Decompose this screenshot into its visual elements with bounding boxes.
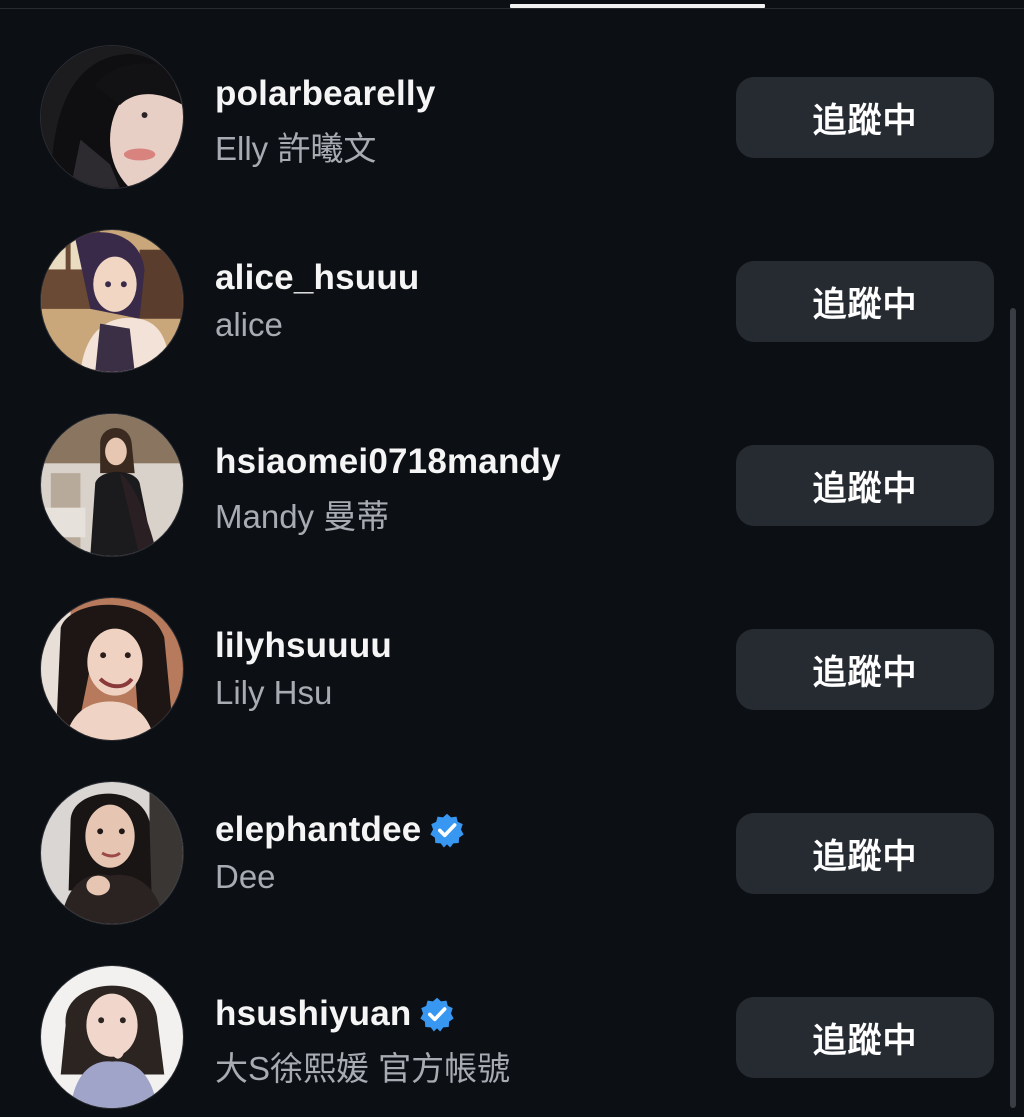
following-button[interactable]: 追蹤中 xyxy=(736,77,994,158)
display-name: alice xyxy=(215,306,283,343)
list-item[interactable]: lilyhsuuuu Lily Hsu 追蹤中 xyxy=(0,552,1024,741)
list-item[interactable]: hsushiyuan 大S徐熙媛 官方帳號 追蹤中 xyxy=(0,920,1024,1109)
display-name: 大S徐熙媛 官方帳號 xyxy=(215,1050,511,1087)
username[interactable]: alice_hsuuu xyxy=(215,258,420,298)
display-name: Lily Hsu xyxy=(215,674,333,711)
display-name: Mandy 曼蒂 xyxy=(215,498,390,535)
list-item[interactable]: polarbearelly Elly 許曦文 追蹤中 xyxy=(0,0,1024,189)
list-item[interactable]: alice_hsuuu alice 追蹤中 xyxy=(0,184,1024,373)
avatar[interactable] xyxy=(40,229,184,373)
display-name: Dee xyxy=(215,858,276,895)
username[interactable]: hsushiyuan xyxy=(215,994,411,1034)
list-item[interactable]: hsiaomei0718mandy Mandy 曼蒂 追蹤中 xyxy=(0,368,1024,557)
avatar[interactable] xyxy=(40,413,184,557)
username[interactable]: lilyhsuuuu xyxy=(215,626,392,666)
list-item[interactable]: elephantdee Dee 追蹤中 xyxy=(0,736,1024,925)
display-name: Elly 許曦文 xyxy=(215,130,377,167)
avatar[interactable] xyxy=(40,965,184,1109)
following-button[interactable]: 追蹤中 xyxy=(736,445,994,526)
following-button[interactable]: 追蹤中 xyxy=(736,813,994,894)
avatar[interactable] xyxy=(40,45,184,189)
following-button[interactable]: 追蹤中 xyxy=(736,261,994,342)
avatar[interactable] xyxy=(40,781,184,925)
scrollbar[interactable] xyxy=(1010,308,1016,1108)
following-button[interactable]: 追蹤中 xyxy=(736,997,994,1078)
username[interactable]: elephantdee xyxy=(215,810,421,850)
following-button[interactable]: 追蹤中 xyxy=(736,629,994,710)
username[interactable]: polarbearelly xyxy=(215,74,435,114)
verified-badge-icon xyxy=(429,812,465,848)
username[interactable]: hsiaomei0718mandy xyxy=(215,442,561,482)
avatar[interactable] xyxy=(40,597,184,741)
verified-badge-icon xyxy=(419,996,455,1032)
